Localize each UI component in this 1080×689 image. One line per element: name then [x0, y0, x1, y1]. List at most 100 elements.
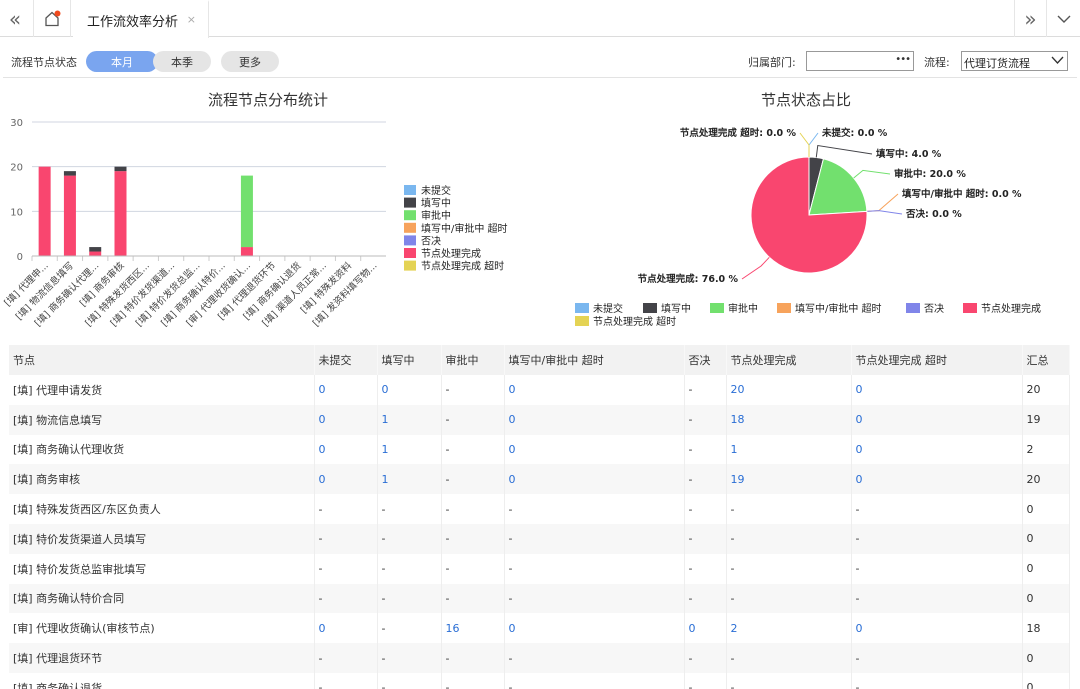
count-cell[interactable]: 2 — [726, 613, 852, 644]
count-cell[interactable]: 0 — [851, 434, 1023, 465]
dept-input[interactable]: ••• — [806, 51, 914, 71]
node-name-cell: [填] 商务审核 — [9, 464, 315, 495]
tab-label: 工作流效率分析 — [87, 14, 179, 30]
node-name-cell: [填] 物流信息填写 — [9, 404, 315, 435]
column-header[interactable]: 审批中 — [441, 345, 505, 375]
column-header[interactable]: 汇总 — [1022, 345, 1070, 375]
legend-swatch — [404, 185, 416, 195]
legend-label[interactable]: 节点处理完成 — [421, 247, 481, 260]
close-icon[interactable]: × — [187, 13, 196, 26]
count-cell[interactable]: 0 — [504, 404, 685, 435]
count-cell[interactable]: 0 — [504, 613, 685, 644]
column-header[interactable]: 节点 — [9, 345, 315, 375]
pie-data-label: 填写中: 4.0 % — [876, 148, 942, 160]
legend-label[interactable]: 审批中 — [728, 302, 758, 315]
count-cell[interactable]: 0 — [851, 375, 1023, 405]
column-header[interactable]: 否决 — [684, 345, 727, 375]
bar-segment[interactable] — [240, 175, 253, 248]
count-cell: - — [726, 494, 852, 524]
count-cell[interactable]: 20 — [726, 375, 852, 405]
count-cell[interactable]: 0 — [314, 613, 378, 644]
count-cell: - — [726, 523, 852, 554]
legend-label[interactable]: 填写中 — [661, 302, 691, 315]
legend-swatch — [575, 303, 589, 313]
legend-label[interactable]: 填写中/审批中 超时 — [795, 302, 882, 315]
legend-label[interactable]: 节点处理完成 — [981, 302, 1041, 315]
tab-menu-button[interactable] — [1046, 0, 1080, 37]
bar-segment[interactable] — [114, 166, 127, 172]
count-cell: - — [851, 553, 1023, 584]
count-cell[interactable]: 0 — [851, 464, 1023, 495]
count-cell: 2 — [1022, 434, 1070, 465]
pie-connector — [799, 132, 810, 157]
home-tab[interactable] — [33, 0, 71, 37]
bar-segment[interactable] — [114, 171, 127, 256]
legend-swatch — [777, 303, 791, 313]
bar-segment[interactable] — [89, 247, 102, 252]
legend-label[interactable]: 否决 — [924, 303, 944, 315]
count-cell[interactable]: 0 — [314, 434, 378, 465]
column-header[interactable]: 填写中/审批中 超时 — [504, 345, 685, 375]
legend-label[interactable]: 节点处理完成 超时 — [421, 260, 504, 273]
filter-this-quarter-button[interactable]: 本季 — [153, 51, 211, 72]
collapse-tabs-button[interactable]: « — [0, 0, 30, 37]
count-cell[interactable]: 1 — [726, 434, 852, 465]
expand-tabs-button[interactable]: » — [1014, 0, 1046, 37]
count-cell[interactable]: 0 — [851, 404, 1023, 435]
count-cell[interactable]: 0 — [314, 375, 378, 405]
table-row: [填] 代理申请发货 0 0-0-20 0 20 — [9, 375, 1070, 405]
count-cell: - — [726, 672, 852, 689]
legend-label[interactable]: 填写中 — [421, 197, 451, 210]
count-cell[interactable]: 0 — [504, 464, 685, 495]
column-header[interactable]: 节点处理完成 — [726, 345, 852, 375]
filter-this-month-button[interactable]: 本月 — [86, 51, 158, 72]
bar-segment[interactable] — [89, 251, 102, 256]
count-cell[interactable]: 0 — [314, 464, 378, 495]
count-cell[interactable]: 16 — [441, 613, 505, 644]
column-header[interactable]: 填写中 — [377, 345, 442, 375]
legend-label[interactable]: 未提交 — [421, 184, 451, 197]
column-header[interactable]: 未提交 — [314, 345, 378, 375]
bar-segment[interactable] — [38, 166, 51, 256]
count-cell[interactable]: 19 — [726, 464, 852, 495]
count-cell[interactable]: 0 — [504, 434, 685, 465]
more-icon[interactable]: ••• — [895, 54, 911, 65]
table-row: [填] 商务审核 0 1-0-19 0 20 — [9, 464, 1070, 495]
count-cell[interactable]: 1 — [377, 434, 442, 465]
count-cell[interactable]: 0 — [377, 375, 442, 405]
bar-segment[interactable] — [63, 175, 76, 256]
bar-segment[interactable] — [63, 171, 76, 176]
legend-label[interactable]: 否决 — [421, 235, 441, 247]
bar-segment[interactable] — [240, 247, 253, 256]
filter-more-button[interactable]: 更多 — [221, 51, 279, 72]
count-cell[interactable]: 1 — [377, 404, 442, 435]
tab-workflow-efficiency[interactable]: 工作流效率分析 × — [73, 0, 209, 38]
node-stats-table: 节点 未提交 填写中 审批中 填写中/审批中 超时 否决 节点处理完成 节点处理完成 超时 汇总… — [9, 345, 1070, 689]
table-header: 节点 未提交 填写中 审批中 填写中/审批中 超时 否决 节点处理完成 节点处理完成 超时 汇总 — [9, 345, 1070, 375]
legend-label[interactable]: 审批中 — [421, 209, 451, 222]
legend-label[interactable]: 未提交 — [593, 302, 623, 315]
flow-select[interactable]: 代理订货流程 — [961, 51, 1068, 71]
chevron-down-icon — [1051, 56, 1064, 64]
count-cell[interactable]: 1 — [377, 464, 442, 495]
legend-label[interactable]: 节点处理完成 超时 — [593, 315, 676, 328]
count-cell[interactable]: 0 — [314, 404, 378, 435]
count-cell: - — [377, 613, 442, 644]
legend-label[interactable]: 填写中/审批中 超时 — [421, 222, 508, 235]
count-cell: - — [684, 464, 727, 495]
flow-select-value: 代理订货流程 — [964, 57, 1030, 70]
legend-swatch — [404, 210, 416, 221]
count-cell: - — [377, 494, 442, 524]
count-cell: 20 — [1022, 464, 1070, 495]
count-cell: - — [504, 523, 685, 554]
count-cell: - — [684, 494, 727, 524]
count-cell[interactable]: 0 — [851, 613, 1023, 644]
count-cell: - — [441, 553, 505, 584]
y-tick-label: 20 — [10, 163, 23, 174]
count-cell[interactable]: 18 — [726, 404, 852, 435]
count-cell[interactable]: 0 — [504, 375, 685, 405]
count-cell: - — [377, 583, 442, 614]
table-row: [填] 特殊发货西区/东区负责人 - - - - - - -0 — [9, 494, 1070, 524]
count-cell[interactable]: 0 — [684, 613, 727, 644]
column-header[interactable]: 节点处理完成 超时 — [851, 345, 1023, 375]
